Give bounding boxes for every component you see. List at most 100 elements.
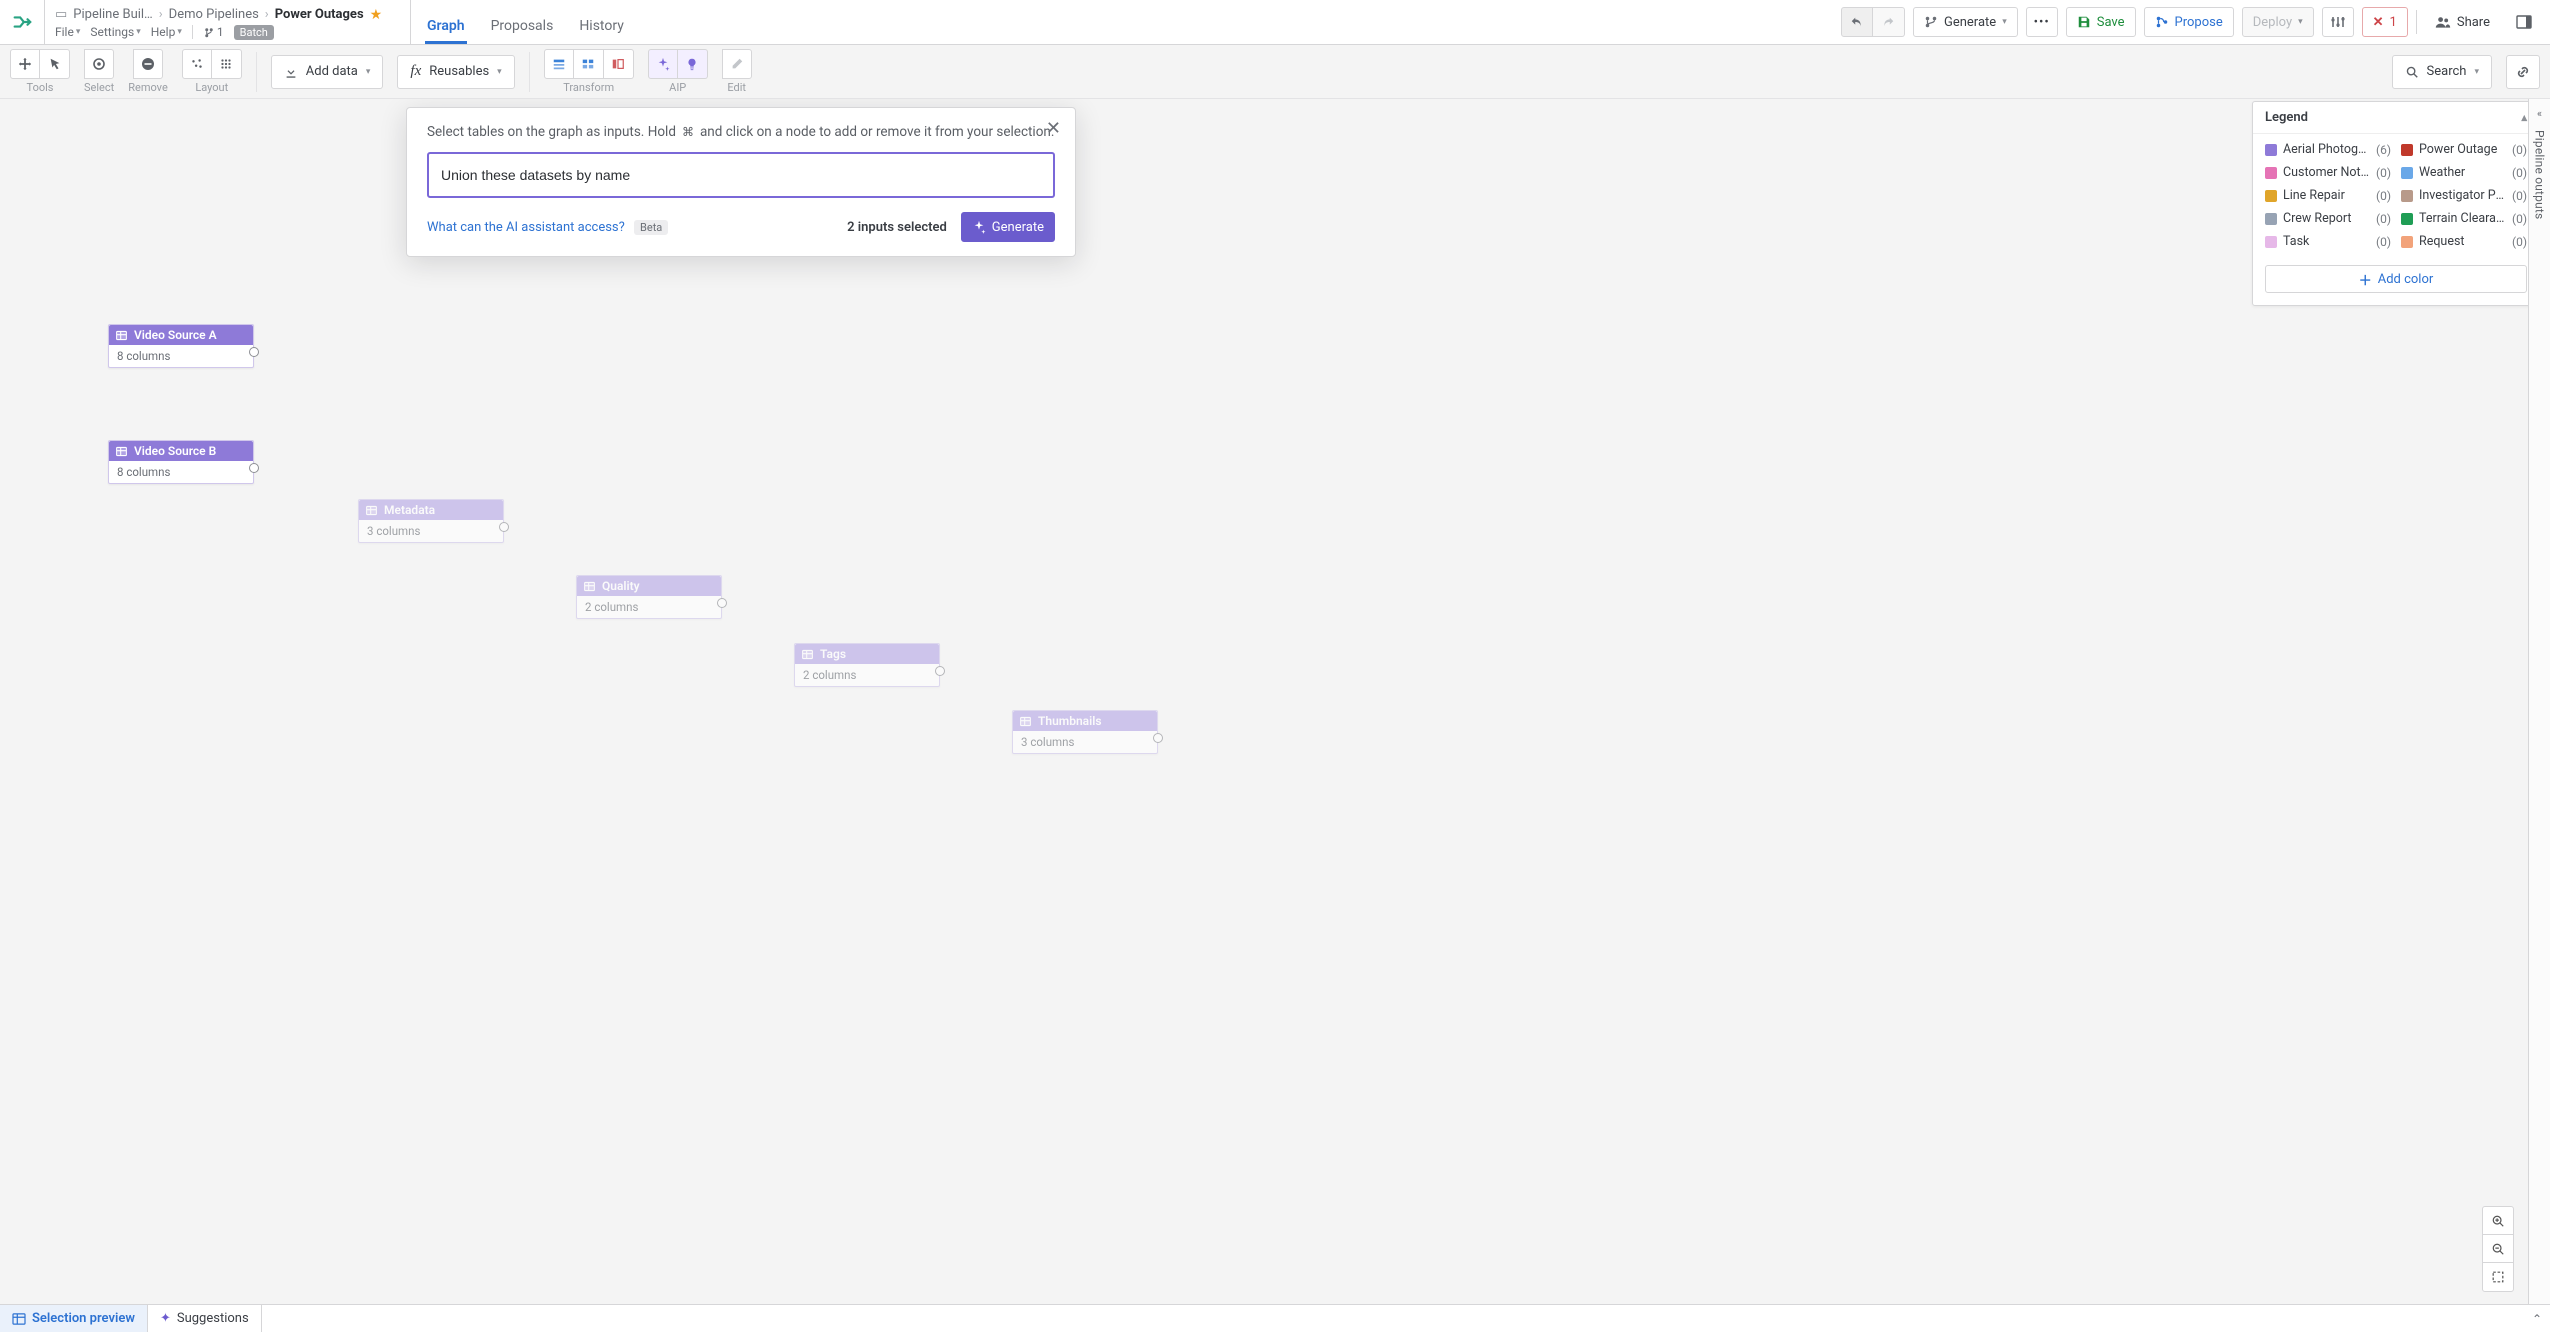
dataset-icon <box>1019 715 1032 728</box>
graph-node[interactable]: Metadata3 columns <box>358 499 504 543</box>
output-port[interactable] <box>499 522 509 532</box>
branch-indicator[interactable]: 1 <box>203 25 224 39</box>
breadcrumb-root[interactable]: Pipeline Buil… <box>73 7 152 22</box>
layout-label: Layout <box>195 81 228 94</box>
close-button[interactable]: ✕ <box>1046 120 1061 138</box>
star-icon[interactable]: ★ <box>370 7 383 23</box>
expand-icon[interactable]: ⌃ <box>2532 1312 2542 1326</box>
legend-item[interactable]: Task(0) <box>2265 234 2391 249</box>
toolbar: Tools Select Remove Layout Add data▾ fx … <box>0 45 2550 99</box>
tab-graph[interactable]: Graph <box>425 18 467 44</box>
cmd-key-icon: ⌘ <box>680 124 696 140</box>
generate-dropdown[interactable]: Generate▾ <box>1913 7 2018 37</box>
tab-proposals[interactable]: Proposals <box>489 18 556 44</box>
legend-label: Crew Report <box>2283 211 2370 226</box>
ai-access-link[interactable]: What can the AI assistant access? <box>427 220 625 235</box>
deploy-dropdown[interactable]: Deploy▾ <box>2242 7 2314 37</box>
transform-c[interactable] <box>604 49 634 79</box>
zoom-fit-button[interactable] <box>2483 1263 2513 1291</box>
legend-item[interactable]: Customer Notific…(0) <box>2265 165 2391 180</box>
menu-settings[interactable]: Settings▾ <box>90 25 140 39</box>
legend-item[interactable]: Crew Report(0) <box>2265 211 2391 226</box>
legend-label: Request <box>2419 234 2506 249</box>
search-dropdown[interactable]: Search▾ <box>2392 55 2492 89</box>
redo-button[interactable] <box>1873 7 1905 37</box>
legend-item[interactable]: Weather(0) <box>2401 165 2527 180</box>
add-color-button[interactable]: ＋ Add color <box>2265 265 2527 293</box>
output-port[interactable] <box>249 463 259 473</box>
share-button[interactable]: Share <box>2425 7 2500 37</box>
output-port[interactable] <box>717 598 727 608</box>
add-data-dropdown[interactable]: Add data▾ <box>271 55 384 89</box>
pipeline-outputs-tab[interactable]: Pipeline outputs <box>2533 130 2547 219</box>
tool-layout-b[interactable] <box>212 49 242 79</box>
legend-label: Terrain Clearance <box>2419 211 2506 226</box>
color-swatch <box>2401 236 2413 248</box>
tool-layout-a[interactable] <box>182 49 212 79</box>
graph-node[interactable]: Video Source B8 columns <box>108 440 254 484</box>
errors-button[interactable]: ✕ 1 <box>2362 7 2408 37</box>
propose-button[interactable]: Propose <box>2144 7 2234 37</box>
more-button[interactable]: ••• <box>2026 7 2058 37</box>
tool-select[interactable] <box>84 49 114 79</box>
legend-item[interactable]: Request(0) <box>2401 234 2527 249</box>
breadcrumb-title[interactable]: Power Outages <box>275 7 364 22</box>
zoom-out-button[interactable] <box>2483 1235 2513 1263</box>
reusables-dropdown[interactable]: fx Reusables▾ <box>397 55 514 89</box>
cursor-icon <box>48 57 62 71</box>
zoom-out-icon <box>2491 1242 2505 1256</box>
ai-prompt-input[interactable] <box>427 152 1055 198</box>
tool-pan[interactable] <box>10 49 40 79</box>
output-port[interactable] <box>1153 733 1163 743</box>
transform-b[interactable] <box>574 49 604 79</box>
output-port[interactable] <box>935 666 945 676</box>
collapse-icon[interactable]: ▴ <box>2521 111 2527 124</box>
legend-item[interactable]: Investigator Page(0) <box>2401 188 2527 203</box>
tab-history[interactable]: History <box>577 18 626 44</box>
app-logo[interactable] <box>0 0 45 44</box>
graph-node[interactable]: Thumbnails3 columns <box>1012 710 1158 754</box>
tools-label: Tools <box>27 81 54 94</box>
node-columns: 3 columns <box>359 520 503 542</box>
legend-item[interactable]: Power Outage(0) <box>2401 142 2527 157</box>
tool-remove[interactable] <box>133 49 163 79</box>
panel-toggle-button[interactable] <box>2508 7 2540 37</box>
transform-a[interactable] <box>544 49 574 79</box>
menu-file[interactable]: File▾ <box>55 25 80 39</box>
branch-icon <box>1924 15 1938 29</box>
legend-label: Line Repair <box>2283 188 2370 203</box>
selection-preview-tab[interactable]: Selection preview <box>0 1305 148 1332</box>
dataset-icon <box>115 329 128 342</box>
menu-help[interactable]: Help▾ <box>151 25 182 39</box>
aip-bulb[interactable] <box>678 49 708 79</box>
graph-node[interactable]: Video Source A8 columns <box>108 324 254 368</box>
settings-sliders-button[interactable] <box>2322 7 2354 37</box>
chevron-right-icon: › <box>159 7 163 22</box>
ellipsis-icon: ••• <box>2034 15 2050 30</box>
graph-node[interactable]: Quality2 columns <box>576 575 722 619</box>
aip-sparkle[interactable] <box>648 49 678 79</box>
breadcrumb-folder[interactable]: Demo Pipelines <box>169 7 259 22</box>
graph-canvas[interactable]: Video Source A8 columns Video Source B8 c… <box>0 99 2550 1304</box>
zoom-in-button[interactable] <box>2483 1207 2513 1235</box>
graph-node[interactable]: Tags2 columns <box>794 643 940 687</box>
tool-cursor[interactable] <box>40 49 70 79</box>
legend-item[interactable]: Aerial Photography(6) <box>2265 142 2391 157</box>
collapse-rail-icon[interactable]: « <box>2537 107 2542 120</box>
color-swatch <box>2265 190 2277 202</box>
legend-item[interactable]: Line Repair (0) <box>2265 188 2391 203</box>
suggestions-tab[interactable]: ✦ Suggestions <box>148 1305 262 1332</box>
legend-item[interactable]: Terrain Clearance(0) <box>2401 211 2527 226</box>
legend-label: Aerial Photography <box>2283 142 2370 157</box>
save-button[interactable]: Save <box>2066 7 2136 37</box>
fx-icon: fx <box>410 63 421 80</box>
node-title: Tags <box>820 647 846 661</box>
link-button[interactable] <box>2506 55 2540 89</box>
remove-icon <box>140 56 156 72</box>
pencil-icon <box>730 57 744 71</box>
undo-button[interactable] <box>1841 7 1873 37</box>
output-port[interactable] <box>249 347 259 357</box>
ai-generate-button[interactable]: Generate <box>961 212 1055 242</box>
legend-count: (0) <box>2376 189 2391 203</box>
edit-button[interactable] <box>722 49 752 79</box>
